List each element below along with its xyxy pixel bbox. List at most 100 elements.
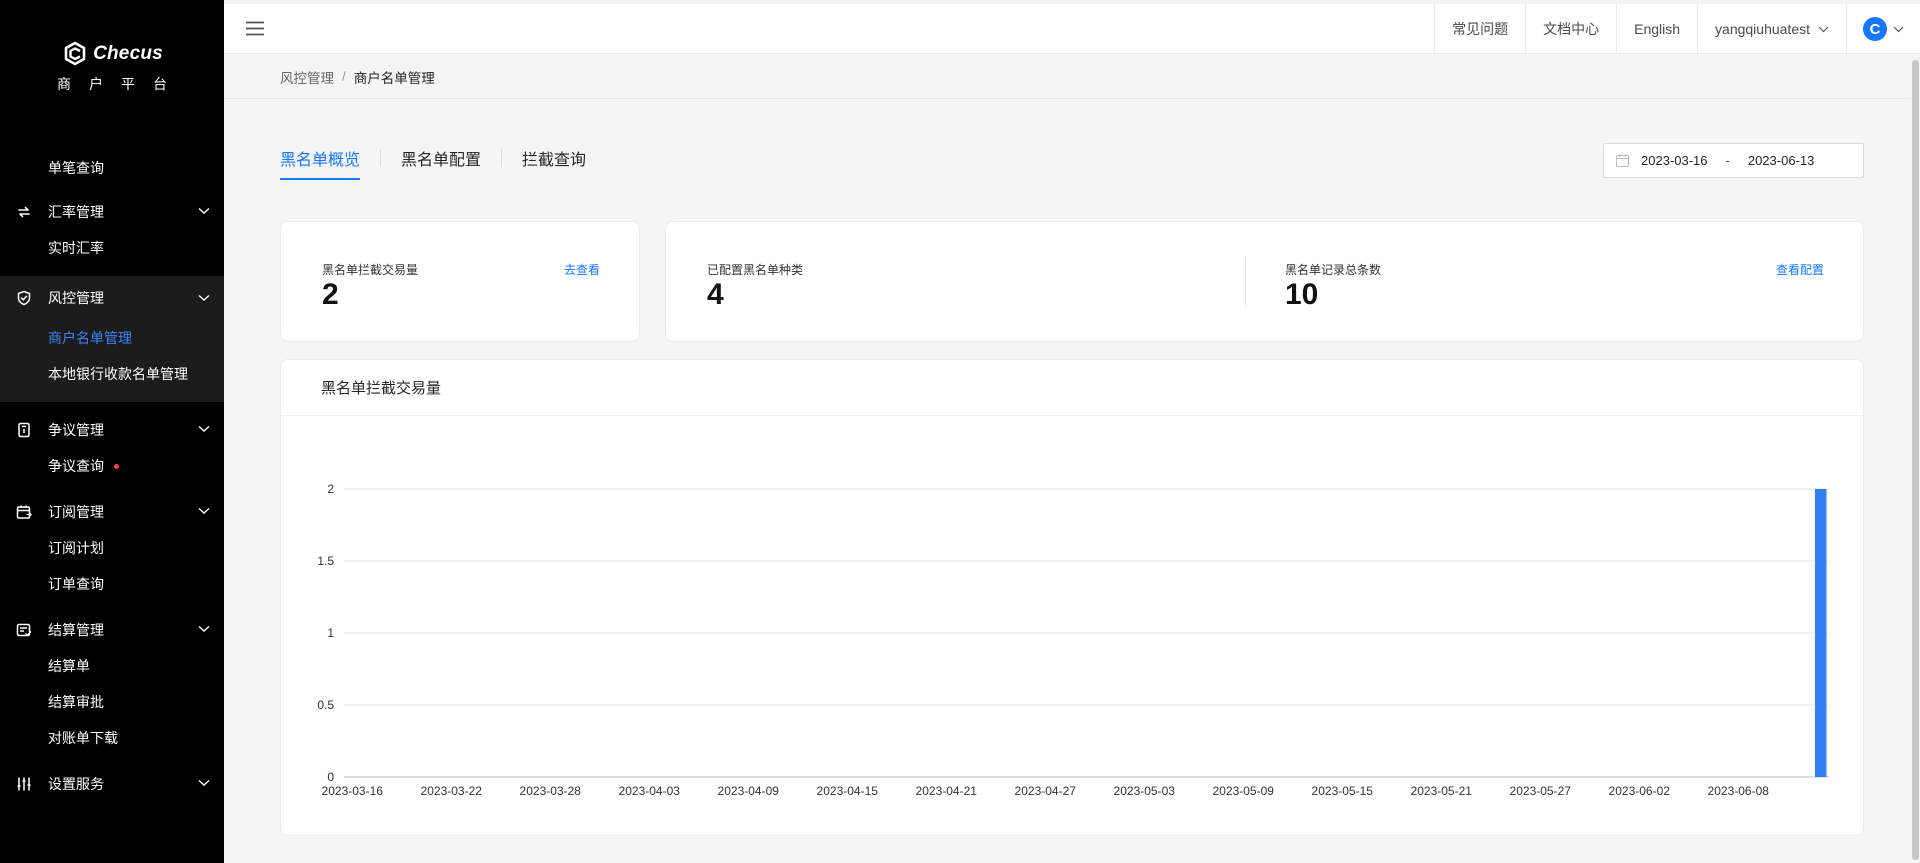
calendar-icon [16, 505, 32, 519]
nav-group-title-settings[interactable]: 设置服务 [0, 766, 224, 802]
tab-blacklist-config[interactable]: 黑名单配置 [401, 146, 481, 180]
stat-label-intercept: 黑名单拦截交易量 [322, 263, 419, 277]
x-tick-label: 2023-04-03 [619, 784, 681, 798]
shield-check-icon [17, 290, 31, 306]
nav-group-label: 订阅管理 [48, 504, 104, 520]
y-tick-label: 1 [327, 626, 334, 640]
nav-group-title-subscription[interactable]: 订阅管理 [0, 494, 224, 530]
sidebar-item-subscription-plan[interactable]: 订阅计划 [0, 530, 224, 566]
y-tick-label: 1.5 [317, 554, 334, 568]
date-separator: - [1725, 153, 1730, 168]
y-tick-label: 0.5 [317, 698, 334, 712]
chevron-down-icon [198, 294, 210, 301]
chevron-down-icon [1893, 26, 1904, 32]
sidebar-item-realtime-rate[interactable]: 实时汇率 [0, 230, 224, 266]
tab-intercept-query[interactable]: 拦截查询 [522, 146, 586, 180]
y-tick-label: 2 [327, 482, 334, 496]
nav-group-title-exchange[interactable]: 汇率管理 [0, 194, 224, 230]
breadcrumb: 风控管理 / 商户名单管理 [224, 55, 1920, 99]
account-menu[interactable]: C [1846, 4, 1920, 54]
x-tick-label: 2023-03-16 [322, 784, 384, 798]
nav-group-label: 争议管理 [48, 422, 104, 438]
bar [1814, 489, 1827, 777]
breadcrumb-separator: / [342, 69, 346, 84]
nav-group-label: 设置服务 [48, 776, 104, 792]
top-header: 常见问题 文档中心 English yangqiuhuatest C [224, 4, 1920, 54]
x-tick-label: 2023-06-02 [1609, 784, 1671, 798]
user-menu[interactable]: yangqiuhuatest [1697, 4, 1846, 54]
nav-group-label: 结算管理 [48, 622, 104, 638]
user-name: yangqiuhuatest [1715, 21, 1810, 37]
sidebar-item-local-bank-list[interactable]: 本地银行收款名单管理 [0, 356, 224, 392]
x-tick-label: 2023-04-15 [817, 784, 879, 798]
chevron-down-icon [198, 779, 210, 786]
chevron-down-icon [198, 625, 210, 632]
nav-item-label: 争议查询 [48, 458, 104, 474]
nav-group-exchange: 汇率管理 实时汇率 [0, 194, 224, 266]
logo-name: Checus [93, 43, 163, 64]
view-intercept-link[interactable]: 去查看 [564, 261, 600, 278]
checus-logo-icon [64, 41, 86, 66]
chevron-down-icon [198, 425, 210, 432]
tab-blacklist-overview[interactable]: 黑名单概览 [280, 146, 361, 180]
breadcrumb-parent[interactable]: 风控管理 [280, 67, 334, 87]
x-tick-label: 2023-05-03 [1114, 784, 1176, 798]
nav-group-title-dispute[interactable]: 争议管理 [0, 412, 224, 448]
stat-value-types: 4 [707, 278, 724, 311]
nav-group-label: 风控管理 [48, 290, 104, 306]
sidebar-item-settlement-approval[interactable]: 结算审批 [0, 684, 224, 720]
nav-group-title-settlement[interactable]: 结算管理 [0, 612, 224, 648]
x-tick-label: 2023-03-22 [421, 784, 483, 798]
stat-label-records: 黑名单记录总条数 [1285, 263, 1382, 277]
avatar: C [1863, 17, 1887, 41]
nav-group-risk: 风控管理 商户名单管理 本地银行收款名单管理 [0, 276, 224, 402]
stat-card-config: 已配置黑名单种类 4 黑名单记录总条数 10 查看配置 [665, 221, 1864, 342]
nav-group-settings: 设置服务 [0, 766, 224, 802]
chevron-down-icon [1818, 26, 1829, 32]
y-tick-label: 0 [327, 770, 334, 784]
x-tick-label: 2023-05-15 [1312, 784, 1374, 798]
page-scrollbar[interactable] [1911, 58, 1920, 863]
stat-divider [1245, 257, 1246, 307]
stat-card-intercept: 黑名单拦截交易量 2 去查看 [280, 221, 640, 342]
nav-group-label: 汇率管理 [48, 204, 104, 220]
sidebar-item-merchant-list[interactable]: 商户名单管理 [0, 320, 224, 356]
x-tick-label: 2023-06-08 [1708, 784, 1770, 798]
chevron-down-icon [198, 207, 210, 214]
header-actions: 常见问题 文档中心 English yangqiuhuatest C [1434, 4, 1920, 54]
faq-link[interactable]: 常见问题 [1434, 4, 1525, 54]
sidebar: Checus 商户平台 单笔查询 汇率管理 实时汇率 风控管理 商户名单管理 本… [0, 0, 224, 863]
calendar-icon [1616, 154, 1629, 167]
sidebar-item-reconciliation-download[interactable]: 对账单下载 [0, 720, 224, 756]
language-switch[interactable]: English [1616, 4, 1697, 54]
sliders-icon [17, 777, 31, 791]
breadcrumb-current: 商户名单管理 [353, 70, 435, 86]
sidebar-item-order-query[interactable]: 订单查询 [0, 566, 224, 602]
x-tick-label: 2023-03-28 [520, 784, 582, 798]
date-range-picker[interactable]: 2023-03-16 - 2023-06-13 [1603, 143, 1864, 178]
sidebar-nav: 单笔查询 汇率管理 实时汇率 风控管理 商户名单管理 本地银行收款名单管理 争议… [0, 150, 224, 802]
dispute-icon [18, 422, 30, 438]
logo-subtitle: 商户平台 [57, 76, 185, 92]
sidebar-item-single-query[interactable]: 单笔查询 [0, 150, 224, 186]
logo[interactable]: Checus 商户平台 [0, 40, 224, 94]
sidebar-item-settlement-statement[interactable]: 结算单 [0, 648, 224, 684]
tab-divider [501, 149, 503, 167]
x-tick-label: 2023-05-21 [1411, 784, 1473, 798]
notification-dot [114, 463, 119, 469]
menu-toggle-icon[interactable] [246, 21, 264, 36]
x-tick-label: 2023-04-09 [718, 784, 780, 798]
date-start[interactable]: 2023-03-16 [1641, 153, 1708, 168]
sidebar-item-dispute-query[interactable]: 争议查询 [0, 448, 224, 484]
view-config-link[interactable]: 查看配置 [1776, 261, 1824, 278]
date-end[interactable]: 2023-06-13 [1748, 153, 1815, 168]
x-tick-label: 2023-04-27 [1015, 784, 1077, 798]
nav-group-subscription: 订阅管理 订阅计划 订单查询 [0, 494, 224, 602]
stat-label-types: 已配置黑名单种类 [707, 263, 804, 277]
scrollbar-thumb[interactable] [1912, 60, 1919, 860]
x-tick-label: 2023-05-27 [1510, 784, 1572, 798]
docs-center-link[interactable]: 文档中心 [1525, 4, 1616, 54]
intercept-bar-chart: 0 0.5 1 1.5 2 2023-03-16 2023-03-22 2023-03-28 2… [317, 482, 1829, 798]
nav-group-title-risk[interactable]: 风控管理 [0, 276, 224, 320]
x-tick-label: 2023-05-09 [1213, 784, 1275, 798]
